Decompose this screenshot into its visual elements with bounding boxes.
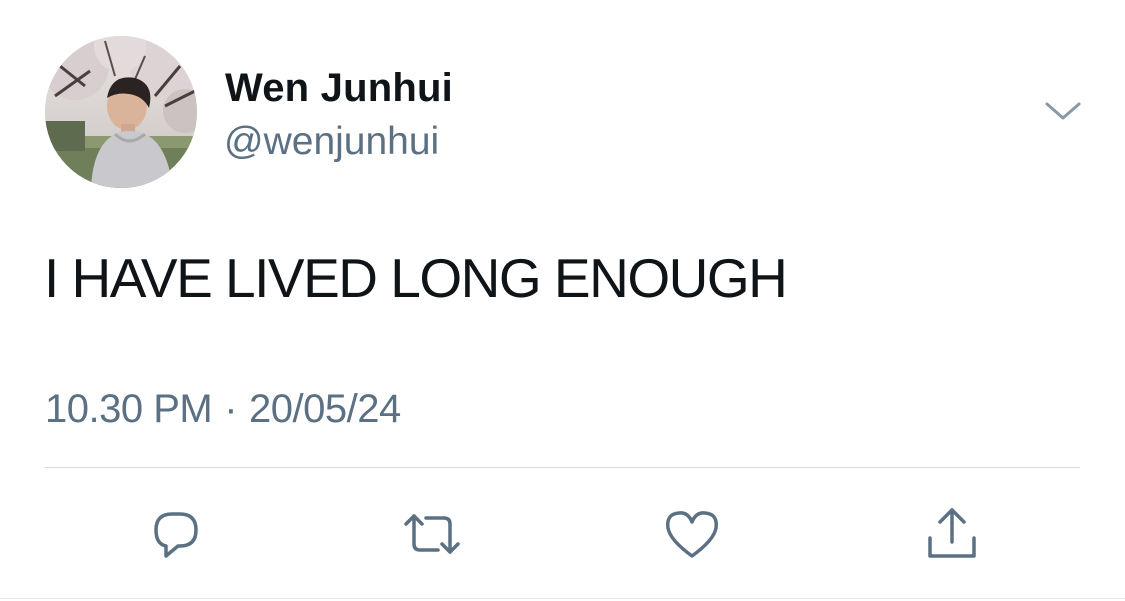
chevron-down-icon <box>1045 102 1081 120</box>
like-button[interactable] <box>660 502 724 566</box>
tweet-card: Wen Junhui @wenjunhui I HAVE LIVED LONG … <box>0 0 1125 601</box>
share-upload-icon <box>928 508 976 558</box>
bottom-border <box>0 598 1125 599</box>
tweet-date: 20/05/24 <box>249 387 401 431</box>
author-display-name[interactable]: Wen Junhui <box>225 64 453 112</box>
more-options-button[interactable] <box>1044 100 1082 124</box>
tweet-text: I HAVE LIVED LONG ENOUGH <box>44 247 788 309</box>
tweet-time: 10.30 PM <box>45 387 213 431</box>
reply-button[interactable] <box>144 502 208 566</box>
avatar[interactable] <box>45 36 197 188</box>
retweet-arrows-icon <box>404 514 460 554</box>
tweet-timestamp[interactable]: 10.30 PM · 20/05/24 <box>45 385 401 433</box>
divider <box>45 467 1080 468</box>
author-handle[interactable]: @wenjunhui <box>224 119 439 165</box>
heart-icon <box>665 511 719 558</box>
timestamp-separator: · <box>224 387 238 431</box>
retweet-button[interactable] <box>400 502 464 566</box>
speech-bubble-icon <box>154 512 198 558</box>
share-button[interactable] <box>920 502 984 566</box>
profile-photo-icon <box>45 36 197 188</box>
